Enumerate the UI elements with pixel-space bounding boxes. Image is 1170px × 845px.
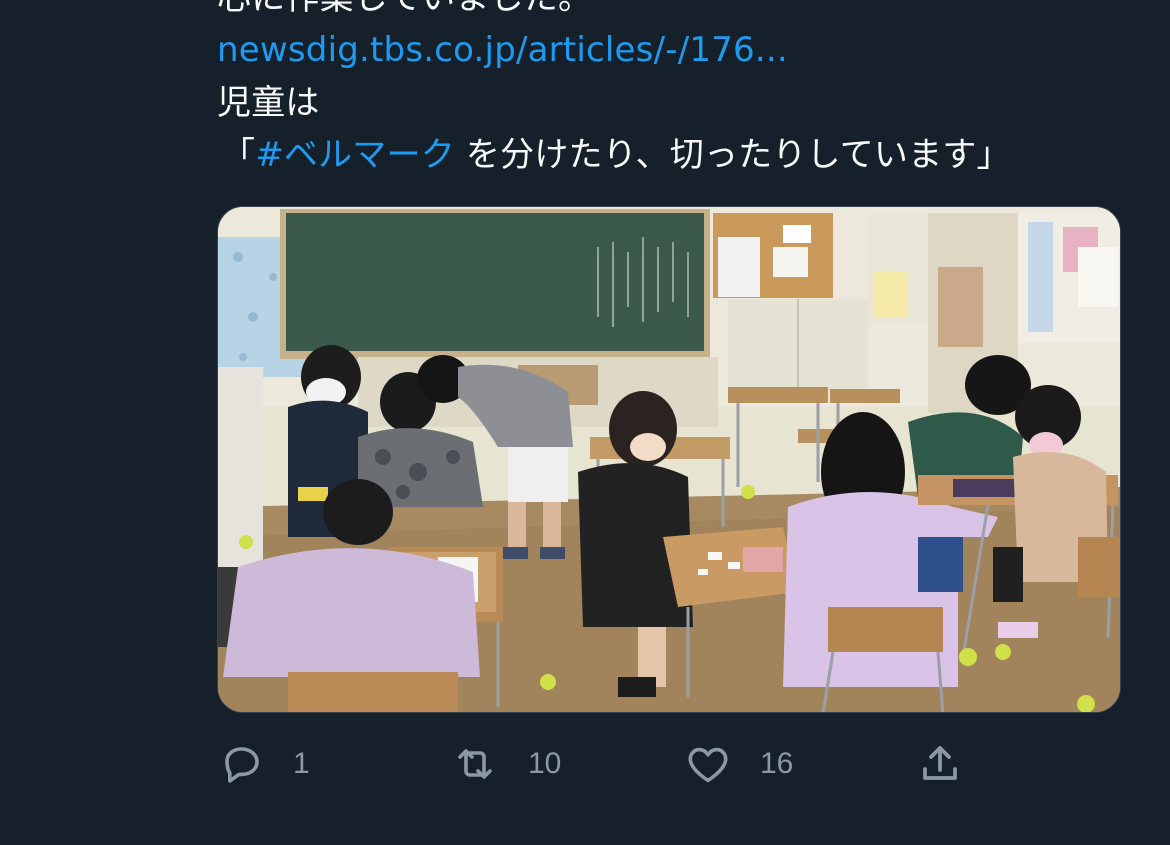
reply-count: 1 bbox=[293, 747, 310, 780]
share-button[interactable] bbox=[916, 736, 964, 792]
tweet-action-bar: 1 10 16 bbox=[217, 736, 977, 792]
tweet-text-line: 「#ベルマーク を分けたり、切ったりしています」 bbox=[221, 135, 1011, 175]
tweet-media-image[interactable] bbox=[217, 206, 1121, 713]
hashtag-link[interactable]: #ベルマーク bbox=[255, 135, 455, 175]
share-icon bbox=[916, 740, 964, 788]
quote-open: 「 bbox=[221, 135, 256, 175]
like-button[interactable]: 16 bbox=[684, 736, 793, 792]
reply-icon bbox=[217, 740, 265, 788]
like-count: 16 bbox=[760, 747, 794, 780]
tweet-text-line: 児童は bbox=[217, 83, 320, 123]
classroom-photo bbox=[218, 207, 1120, 712]
retweet-count: 10 bbox=[528, 747, 562, 780]
like-icon bbox=[684, 740, 732, 788]
retweet-icon bbox=[450, 740, 500, 788]
tweet-text: を分けたり、切ったりしています」 bbox=[454, 135, 1011, 175]
reply-button[interactable]: 1 bbox=[217, 736, 310, 792]
tweet-link[interactable]: newsdig.tbs.co.jp/articles/-/176... bbox=[217, 30, 788, 70]
retweet-button[interactable]: 10 bbox=[450, 736, 561, 792]
tweet-text-line: 心に作業していました。 bbox=[217, 0, 592, 18]
